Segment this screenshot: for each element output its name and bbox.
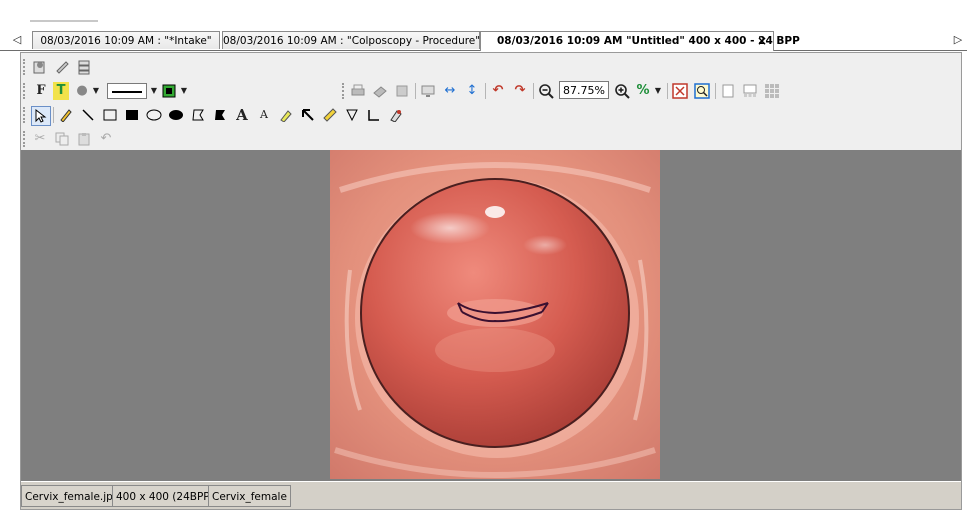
- chevron-down-icon[interactable]: ▼: [91, 82, 101, 100]
- paste-icon[interactable]: [75, 130, 93, 148]
- chevron-down-icon[interactable]: ▼: [653, 82, 663, 100]
- toolbar-grip[interactable]: [23, 59, 28, 75]
- filled-ellipse-tool-icon[interactable]: [167, 106, 185, 124]
- status-bar: Cervix_female.jpg 400 x 400 (24BPP) Cerv…: [21, 481, 961, 509]
- window-top-strip: [0, 0, 967, 30]
- rotate-left-icon[interactable]: ↶: [489, 82, 507, 100]
- fill-dot-icon[interactable]: ●: [75, 82, 89, 100]
- line-style-picker[interactable]: [107, 83, 147, 99]
- color-picker-icon[interactable]: [161, 82, 177, 100]
- thumbnail-strip-icon[interactable]: [741, 82, 759, 100]
- fit-window-icon[interactable]: [671, 82, 689, 100]
- cut-icon[interactable]: ✂: [31, 130, 49, 148]
- image-editor-frame: F T ● ▼ ▼ ▼ ↔ ↕ ↶ ↷ 87.75% % ▼ A A ✂ ↶ C…: [20, 52, 962, 510]
- rotate-right-icon[interactable]: ↷: [511, 82, 529, 100]
- toolbar-row-3: A A: [21, 103, 961, 127]
- filled-rectangle-tool-icon[interactable]: [123, 106, 141, 124]
- polygon-tool-icon[interactable]: [189, 106, 207, 124]
- image-viewport[interactable]: [21, 150, 961, 481]
- select-pointer-icon[interactable]: [31, 106, 51, 126]
- grid-view-icon[interactable]: [763, 82, 781, 100]
- toolbar-grip[interactable]: [23, 131, 28, 147]
- tab-label: 08/03/2016 10:09 AM : "Colposcopy - Proc…: [223, 35, 481, 47]
- tab-intake[interactable]: 08/03/2016 10:09 AM : "*Intake": [32, 31, 220, 49]
- ruler-tool-icon[interactable]: [321, 106, 339, 124]
- cervix-image[interactable]: [330, 150, 660, 479]
- scan-icon[interactable]: [371, 82, 389, 100]
- copy-icon[interactable]: [53, 130, 71, 148]
- window-edge: [962, 52, 967, 510]
- toolbar-separator: [53, 107, 54, 123]
- fit-width-icon[interactable]: ↔: [441, 82, 459, 100]
- close-tab-icon[interactable]: ×: [757, 32, 767, 50]
- chevron-down-icon[interactable]: ▼: [179, 82, 189, 100]
- toolbar-separator: [485, 83, 486, 99]
- fit-height-icon[interactable]: ↕: [463, 82, 481, 100]
- toolbar-grip[interactable]: [23, 83, 28, 99]
- zoom-select-icon[interactable]: [693, 82, 711, 100]
- zoom-in-icon[interactable]: [613, 82, 631, 100]
- status-dimensions: 400 x 400 (24BPP): [112, 485, 218, 507]
- tab-untitled-image[interactable]: 08/03/2016 10:09 AM "Untitled" 400 x 400…: [480, 31, 800, 51]
- toolbar-row-4: ✂ ↶: [21, 127, 961, 151]
- line-tool-icon[interactable]: [79, 106, 97, 124]
- arrow-tool-icon[interactable]: [299, 106, 317, 124]
- layers-icon[interactable]: [75, 58, 93, 76]
- status-file-name: Cervix_female.jpg: [21, 485, 124, 507]
- toolbar-separator: [415, 83, 416, 99]
- text-color-button[interactable]: T: [53, 82, 69, 100]
- undo-icon[interactable]: ↶: [97, 130, 115, 148]
- window-bottom-edge: [0, 511, 967, 518]
- fit-monitor-icon[interactable]: [419, 82, 437, 100]
- tab-colposcopy-procedure[interactable]: 08/03/2016 10:09 AM : "Colposcopy - Proc…: [222, 31, 480, 49]
- status-image-name: Cervix_female: [208, 485, 291, 507]
- zoom-level-input[interactable]: 87.75%: [559, 81, 609, 99]
- toolbar-separator: [667, 83, 668, 99]
- top-strip-fragment: [30, 12, 98, 22]
- toolbar-row-1: [21, 55, 961, 79]
- font-button[interactable]: F: [33, 82, 49, 100]
- toolbar-separator: [715, 83, 716, 99]
- single-page-icon[interactable]: [719, 82, 737, 100]
- tab-label: 08/03/2016 10:09 AM : "*Intake": [40, 35, 212, 47]
- filled-polygon-tool-icon[interactable]: [211, 106, 229, 124]
- rectangle-tool-icon[interactable]: [101, 106, 119, 124]
- pencil-icon[interactable]: [57, 106, 75, 124]
- print-icon[interactable]: [349, 82, 367, 100]
- highlight-tool-icon[interactable]: [277, 106, 295, 124]
- annotate-icon[interactable]: [53, 58, 71, 76]
- document-tab-bar: ◁ 08/03/2016 10:09 AM : "*Intake" 08/03/…: [0, 30, 967, 51]
- toolbar-separator: [533, 83, 534, 99]
- tab-scroll-right-icon[interactable]: ▷: [951, 32, 965, 48]
- right-angle-tool-icon[interactable]: [365, 106, 383, 124]
- save-icon[interactable]: [393, 82, 411, 100]
- ellipse-tool-icon[interactable]: [145, 106, 163, 124]
- callout-text-tool-button[interactable]: A: [255, 106, 273, 124]
- tab-scroll-left-icon[interactable]: ◁: [10, 32, 24, 48]
- angle-tool-icon[interactable]: [343, 106, 361, 124]
- zoom-out-icon[interactable]: [537, 82, 555, 100]
- percent-zoom-button[interactable]: %: [635, 82, 651, 100]
- text-tool-button[interactable]: A: [233, 106, 251, 124]
- properties-icon[interactable]: [31, 58, 49, 76]
- toolbar-grip[interactable]: [23, 107, 28, 123]
- tab-label: 08/03/2016 10:09 AM "Untitled" 400 x 400…: [497, 35, 800, 47]
- chevron-down-icon[interactable]: ▼: [149, 82, 159, 100]
- toolbar-row-2: F T ● ▼ ▼ ▼ ↔ ↕ ↶ ↷ 87.75% % ▼: [21, 79, 961, 103]
- toolbar-grip[interactable]: [342, 83, 347, 99]
- eraser-tool-icon[interactable]: [387, 106, 405, 124]
